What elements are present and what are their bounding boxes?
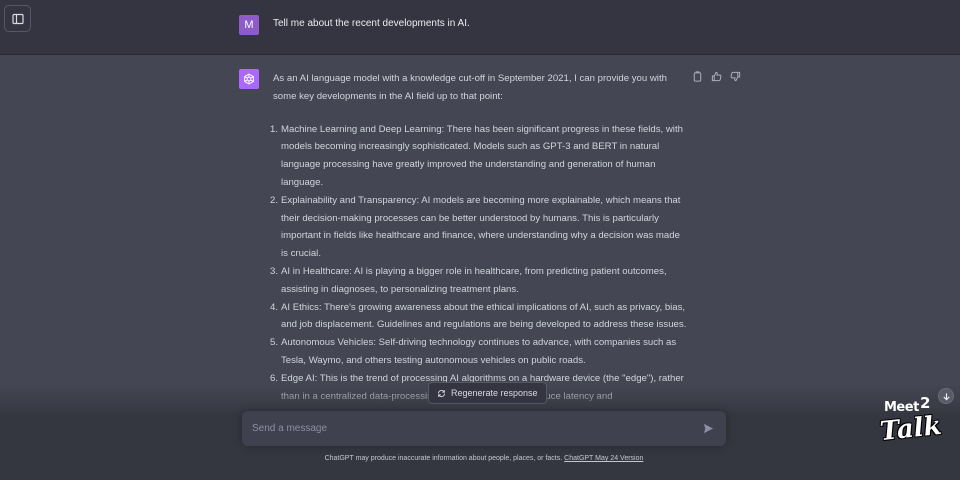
assistant-intro: As an AI language model with a knowledge…	[273, 73, 667, 102]
thumbs-up-button[interactable]	[711, 71, 722, 82]
thumbs-up-icon	[711, 71, 722, 82]
list-item: 4. AI Ethics: There's growing awareness a…	[269, 301, 687, 331]
list-item: 3. AI in Healthcare: AI is playing a bigg…	[269, 265, 667, 295]
openai-logo-icon	[244, 73, 254, 85]
sidebar-toggle-icon	[11, 13, 24, 24]
user-avatar: M	[239, 15, 259, 35]
meet2talk-watermark: Meet 2 Talk	[878, 394, 944, 448]
assistant-message: As an AI language model with a knowledge…	[269, 70, 688, 406]
send-icon	[703, 423, 713, 433]
sidebar-toggle-button[interactable]	[4, 5, 31, 32]
send-button[interactable]	[700, 420, 716, 436]
regenerate-response-button[interactable]: Regenerate response	[428, 382, 547, 404]
list-item: 5. Autonomous Vehicles: Self-driving tech…	[269, 337, 677, 366]
list-item: 2. Explainability and Transparency: AI mo…	[269, 194, 681, 260]
message-input[interactable]	[252, 420, 682, 437]
regenerate-icon	[438, 389, 445, 397]
copy-button[interactable]	[692, 71, 703, 82]
user-message-row: M Tell me about the recent developments …	[0, 0, 960, 55]
copy-icon	[693, 71, 702, 82]
thumbs-down-button[interactable]	[730, 71, 741, 82]
assistant-avatar	[239, 69, 259, 89]
regenerate-label: Regenerate response	[451, 388, 538, 398]
list-item: 1. Machine Learning and Deep Learning: Th…	[269, 123, 683, 188]
developments-list: 1. Machine Learning and Deep Learning: Th…	[269, 121, 688, 406]
thumbs-down-icon	[730, 71, 741, 82]
user-message-text: Tell me about the recent developments in…	[273, 18, 470, 29]
message-input-box[interactable]	[242, 411, 726, 446]
footer-disclaimer: ChatGPT may produce inaccurate informati…	[324, 455, 644, 462]
version-link[interactable]: ChatGPT May 24 Version	[564, 455, 643, 462]
message-actions	[692, 71, 741, 82]
